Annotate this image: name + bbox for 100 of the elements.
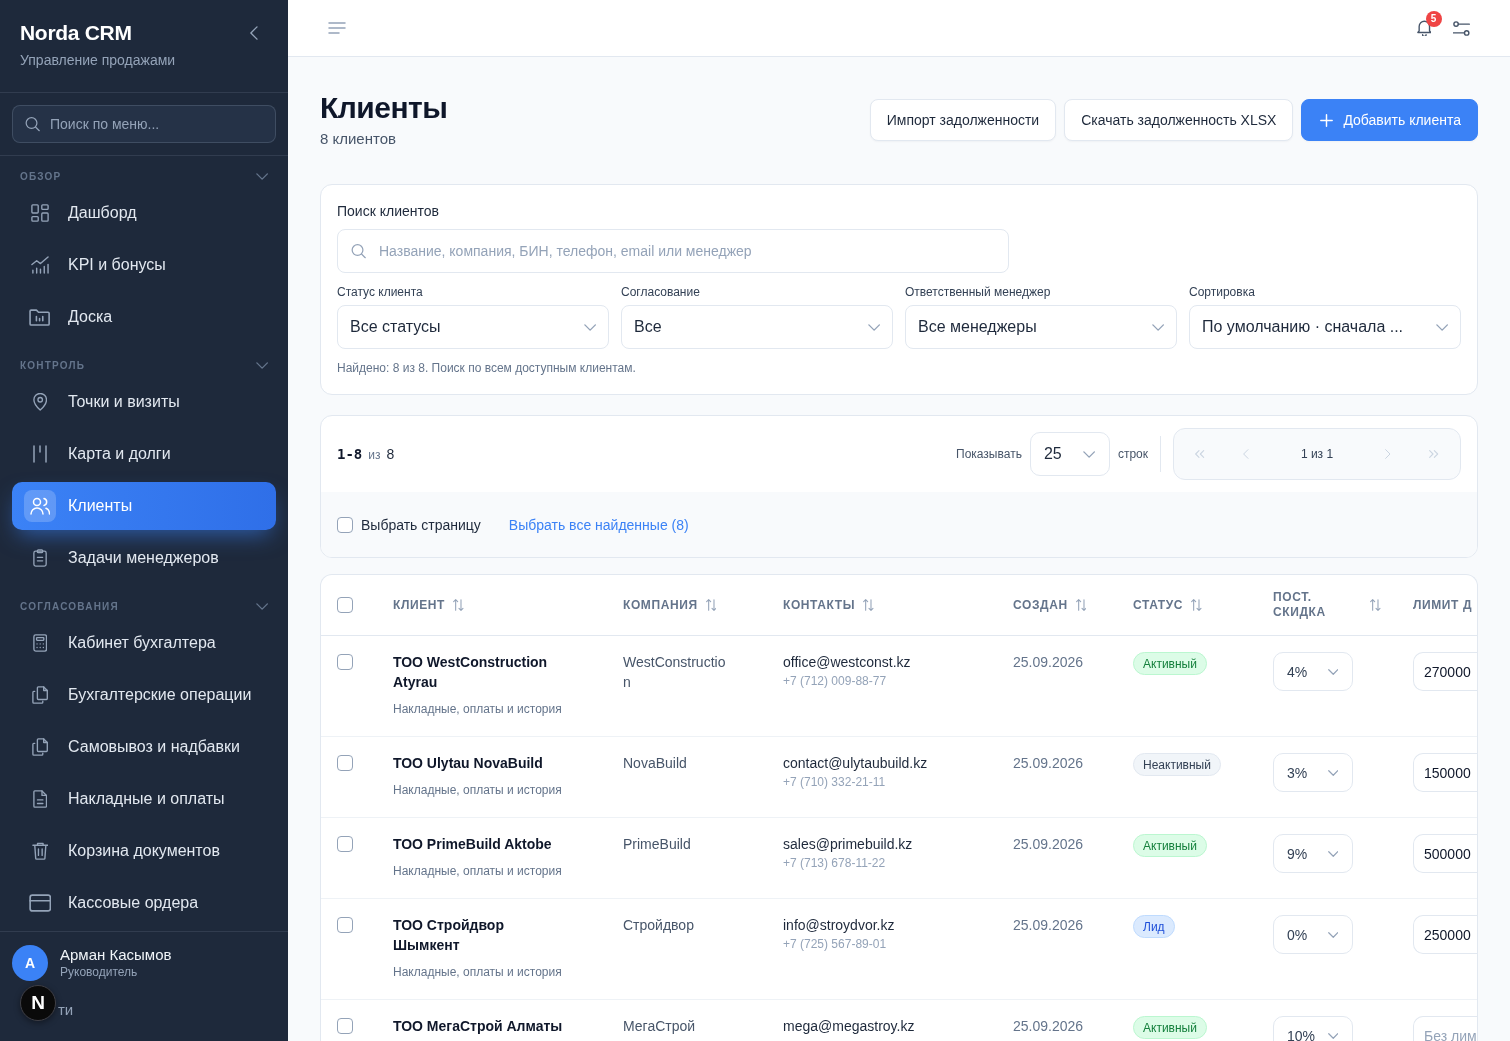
client-details-link[interactable]: Накладные, оплаты и история xyxy=(393,965,562,979)
contact-phone: +7 (725) 567-89-01 xyxy=(783,937,887,951)
files-icon xyxy=(31,738,49,756)
chevron-icon[interactable] xyxy=(255,603,268,610)
client-details-link[interactable]: Накладные, оплаты и история xyxy=(393,864,562,878)
checkbox[interactable] xyxy=(337,597,353,613)
nav-item[interactable]: Кассовые ордера xyxy=(12,879,276,927)
limit-input[interactable]: Без лим xyxy=(1413,1016,1477,1041)
approval-select[interactable]: Все xyxy=(621,305,893,349)
column-header[interactable]: КОНТАКТЫ xyxy=(783,597,874,613)
user-role: Руководитель xyxy=(60,965,138,980)
status-tag: Лид xyxy=(1133,915,1175,938)
company-name: МегаСтрой xyxy=(623,1017,696,1036)
column-header[interactable]: КЛИЕНТ xyxy=(393,597,464,613)
checkbox[interactable] xyxy=(337,755,353,771)
footer-link[interactable]: ти xyxy=(58,1000,74,1020)
nav-item[interactable]: Дашборд xyxy=(12,189,276,237)
status-tag: Неактивный xyxy=(1133,753,1221,776)
client-name: ТОО Ulytau NovaBuild xyxy=(393,754,543,773)
nav-item[interactable]: Самовывоз и надбавки xyxy=(12,723,276,771)
contact-phone: +7 (713) 678-11-22 xyxy=(783,856,886,870)
nav-item[interactable]: Кабинет бухгалтера xyxy=(12,619,276,667)
chevron-down-icon xyxy=(583,323,596,331)
page-size-select[interactable]: 25 xyxy=(1029,432,1110,476)
add-button[interactable]: Добавить клиента xyxy=(1301,99,1478,141)
bell-icon[interactable] xyxy=(1416,20,1432,36)
field-label: Ответственный менеджер xyxy=(905,285,1051,299)
range-text: 1-8 xyxy=(337,446,363,462)
status-tag: Активный xyxy=(1133,652,1207,675)
limit-input[interactable]: 150000 xyxy=(1413,753,1477,792)
action-button[interactable]: Скачать задолженность XLSX xyxy=(1064,99,1294,141)
checkbox[interactable] xyxy=(337,654,353,670)
chevron-icon[interactable] xyxy=(255,362,268,369)
status-tag: Активный xyxy=(1133,834,1207,857)
notification-badge: 5 xyxy=(1425,11,1442,27)
nav-item[interactable]: Бухгалтерские операции xyxy=(12,671,276,719)
sliders-icon[interactable] xyxy=(1453,20,1470,36)
client-details-link[interactable]: Накладные, оплаты и история xyxy=(393,783,562,797)
column-header[interactable]: КОМПАНИЯ xyxy=(623,597,717,613)
contact-email: office@westconst.kz xyxy=(783,653,911,672)
checkbox[interactable] xyxy=(337,917,353,933)
checkbox[interactable] xyxy=(337,1018,353,1034)
nav-item[interactable]: Точки и визиты xyxy=(12,378,276,426)
column-header[interactable]: СОЗДАН xyxy=(1013,597,1087,613)
client-name: ТОО МегаСтрой Алматы xyxy=(393,1017,563,1036)
document-icon xyxy=(32,790,48,808)
checkbox[interactable] xyxy=(337,836,353,852)
client-name: ТОО WestConstruction Atyrau xyxy=(393,653,549,692)
contact-email: mega@megastroy.kz xyxy=(783,1017,915,1036)
discount-select[interactable]: 0% xyxy=(1273,915,1353,954)
action-button[interactable]: Импорт задолженности xyxy=(869,99,1057,141)
bar-chart-icon xyxy=(30,256,50,274)
field-label: Согласование xyxy=(621,285,700,299)
status-select[interactable]: Все статусы xyxy=(337,305,609,349)
company-name: WestConstruction xyxy=(623,653,727,692)
nav-item[interactable]: Доска xyxy=(12,293,276,341)
user-name: Арман Касымов xyxy=(60,946,172,964)
field-label: Сортировка xyxy=(1189,285,1255,299)
chevron-down-icon xyxy=(867,323,880,331)
section-title: ОБЗОР xyxy=(20,170,62,183)
page-size-label: Показывать xyxy=(956,447,1022,461)
client-search-field[interactable]: Название, компания, БИН, телефон, email или менеджер xyxy=(337,229,1009,273)
discount-select[interactable]: 9% xyxy=(1273,834,1353,873)
discount-select[interactable]: 3% xyxy=(1273,753,1353,792)
client-details-link[interactable]: Накладные, оплаты и история xyxy=(393,702,562,716)
checkbox[interactable] xyxy=(337,516,353,533)
manager-select[interactable]: Все менеджеры xyxy=(905,305,1177,349)
nav-item[interactable]: KPI и бонусы xyxy=(12,241,276,289)
chevron-down-icon xyxy=(1327,769,1338,776)
discount-select[interactable]: 10% xyxy=(1273,1016,1353,1041)
sort-icon xyxy=(1075,599,1087,611)
map-pin-icon xyxy=(32,393,48,411)
discount-select[interactable]: 4% xyxy=(1273,652,1353,691)
nav-item[interactable]: Задачи менеджеров xyxy=(12,534,276,582)
sort-select[interactable]: По умолчанию · сначала ... xyxy=(1189,305,1461,349)
user-avatar: А xyxy=(12,945,48,981)
collapse-icon[interactable] xyxy=(250,26,258,40)
menu-search-field[interactable]: Поиск по меню... xyxy=(12,105,276,143)
company-name: Стройдвор xyxy=(623,916,694,935)
field-label: Статус клиента xyxy=(337,285,423,299)
nav-item[interactable]: Карта и долги xyxy=(12,430,276,478)
nav-item[interactable]: Клиенты xyxy=(12,482,276,530)
column-header[interactable]: ПОСТ. СКИДКА xyxy=(1273,590,1381,620)
nav-item[interactable]: Накладные и оплаты xyxy=(12,775,276,823)
limit-input[interactable]: 270000 xyxy=(1413,652,1477,691)
plus-icon xyxy=(1320,113,1334,127)
folder-chart-icon xyxy=(29,308,51,326)
nav-item[interactable]: Корзина документов xyxy=(12,827,276,875)
limit-input[interactable]: 500000 xyxy=(1413,834,1477,873)
created-date: 25.09.2026 xyxy=(1013,835,1084,854)
chevron-icon[interactable] xyxy=(255,173,268,180)
limit-input[interactable]: 250000 xyxy=(1413,915,1477,954)
select-all-link[interactable]: Выбрать все найденные (8) xyxy=(508,516,689,533)
menu-icon[interactable] xyxy=(328,22,346,34)
rows-label: строк xyxy=(1117,447,1148,461)
created-date: 25.09.2026 xyxy=(1013,916,1084,935)
column-header[interactable]: СТАТУС xyxy=(1133,597,1202,613)
chevron-down-icon xyxy=(1327,1032,1338,1039)
created-date: 25.09.2026 xyxy=(1013,754,1084,773)
page-indicator: 1 из 1 xyxy=(1299,447,1335,461)
